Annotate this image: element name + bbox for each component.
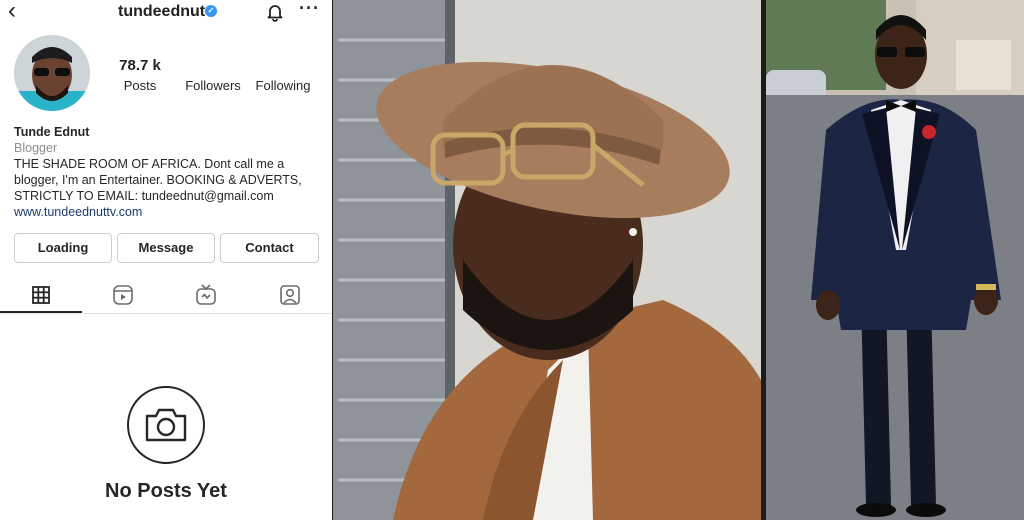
igtv-icon[interactable] [193, 282, 219, 308]
full-body-photo-suit [766, 0, 1024, 520]
profile-username: tundeednut [118, 3, 206, 20]
followers-count [180, 57, 246, 76]
instagram-profile-panel: ‹ tundeednut ✓ ··· 78.7 k Posts Follower… [0, 0, 332, 520]
profile-name: Tunde Ednut [14, 125, 90, 139]
grid-icon[interactable] [28, 282, 54, 308]
posts-count: 78.7 k [119, 57, 161, 74]
tabs-divider [0, 313, 332, 314]
following-count [250, 57, 316, 76]
camera-icon [127, 386, 205, 464]
following-label: Following [255, 78, 311, 93]
top-bar: ‹ tundeednut ✓ ··· [0, 0, 332, 26]
profile-tabs [0, 280, 332, 314]
followers-label: Followers [185, 78, 241, 93]
following-stat[interactable]: Following [250, 57, 316, 93]
loading-button[interactable]: Loading [14, 233, 112, 263]
verified-badge-icon: ✓ [205, 5, 217, 17]
profile-bio: Tunde Ednut Blogger THE SHADE ROOM OF AF… [14, 124, 324, 220]
profile-action-buttons: Loading Message Contact [14, 233, 319, 263]
portrait-photo-hat [333, 0, 761, 520]
avatar[interactable] [14, 35, 90, 111]
contact-button[interactable]: Contact [220, 233, 319, 263]
tagged-icon[interactable] [277, 282, 303, 308]
reels-icon[interactable] [110, 282, 136, 308]
bio-text: THE SHADE ROOM OF AFRICA. Dont call me a… [14, 157, 302, 203]
message-button[interactable]: Message [117, 233, 215, 263]
more-icon[interactable]: ··· [299, 0, 320, 19]
empty-state-title: No Posts Yet [105, 480, 227, 502]
followers-stat[interactable]: Followers [180, 57, 246, 93]
website-link[interactable]: www.tundeednuttv.com [14, 204, 324, 220]
back-arrow-icon[interactable]: ‹ [8, 0, 16, 23]
posts-label: Posts [123, 78, 157, 93]
profile-category: Blogger [14, 141, 58, 155]
posts-stat: 78.7 k Posts [114, 57, 166, 93]
bell-icon[interactable] [265, 2, 285, 27]
